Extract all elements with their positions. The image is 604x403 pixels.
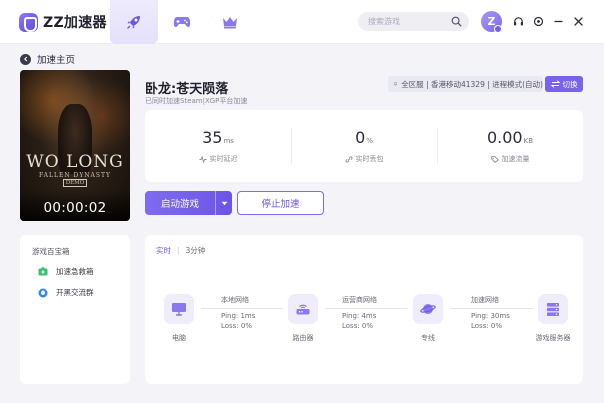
settings-icon bbox=[533, 16, 544, 27]
node-game-server bbox=[538, 294, 568, 324]
game-cover: WO LONG FALLEN DYNASTY DEMO 00:00:02 bbox=[20, 70, 130, 221]
start-game-label[interactable]: 启动游戏 bbox=[145, 191, 215, 215]
headset-icon bbox=[514, 17, 523, 26]
loss-stat: 0% 实时丢包 bbox=[291, 110, 437, 182]
tab-games[interactable] bbox=[158, 0, 206, 44]
toolbox-title: 游戏百宝箱 bbox=[32, 247, 70, 256]
link-local-title: 本地网络 bbox=[221, 296, 249, 304]
loss-unit: % bbox=[366, 137, 373, 145]
traffic-stat: 0.00KB 加速流量 bbox=[437, 110, 583, 182]
link-accel-line bbox=[450, 308, 533, 309]
router-icon bbox=[296, 304, 310, 315]
back-label: 加速主页 bbox=[37, 55, 76, 66]
link-accel-loss: Loss: 0% bbox=[471, 322, 503, 330]
loss-value: 0 bbox=[355, 128, 366, 147]
node-computer-label: 电脑 bbox=[172, 334, 186, 342]
search-icon[interactable] bbox=[451, 16, 462, 27]
first-aid-label: 加速急救箱 bbox=[56, 267, 94, 276]
vip-badge-icon bbox=[494, 25, 502, 33]
link-accel-title: 加速网络 bbox=[471, 296, 499, 304]
server-info-text: 全区服 | 香港移动41329 | 进程模式(自动) bbox=[401, 79, 543, 89]
network-tabs: 实时 | 3分钟 bbox=[156, 245, 206, 256]
close-icon bbox=[574, 17, 583, 26]
minimize-button[interactable] bbox=[552, 15, 565, 28]
link-icon bbox=[345, 155, 353, 163]
game-subtitle: 已同时加速Steam|XGP平台加速 bbox=[145, 97, 248, 105]
stats-panel: 35ms 实时延迟 0% 实时丢包 0.00KB 加速流量 bbox=[145, 110, 583, 182]
server-info-tag: 全区服 | 香港移动41329 | 进程模式(自动) bbox=[388, 76, 543, 92]
settings-button[interactable] bbox=[532, 15, 545, 28]
link-carrier-line bbox=[325, 308, 408, 309]
cover-title: WO LONG bbox=[26, 152, 124, 172]
link-accel-ping: Ping: 30ms bbox=[471, 312, 510, 320]
game-toolbox: 游戏百宝箱 加速急救箱 开黑交流群 bbox=[20, 235, 130, 384]
switch-label: 切换 bbox=[562, 79, 578, 89]
chat-group-item[interactable]: 开黑交流群 bbox=[38, 287, 94, 298]
chat-group-icon bbox=[38, 288, 48, 297]
node-computer bbox=[164, 294, 194, 324]
back-to-home-link[interactable]: 加速主页 bbox=[20, 52, 75, 66]
node-game-server-label: 游戏服务器 bbox=[535, 334, 571, 342]
link-carrier-title: 运营商网络 bbox=[342, 296, 377, 304]
app-logo: ZZ加速器 bbox=[19, 12, 107, 32]
first-aid-icon bbox=[38, 267, 48, 276]
tab-accelerate[interactable] bbox=[110, 0, 158, 44]
start-game-button[interactable]: 启动游戏 bbox=[145, 191, 232, 215]
caret-down-icon bbox=[221, 201, 227, 205]
link-local-line bbox=[201, 308, 283, 309]
node-router-label: 路由器 bbox=[292, 334, 314, 342]
latency-label: 实时延迟 bbox=[209, 155, 238, 163]
cover-subtitle: FALLEN DYNASTY bbox=[39, 172, 111, 179]
close-button[interactable] bbox=[572, 15, 585, 28]
stop-acceleration-button[interactable]: 停止加速 bbox=[237, 191, 324, 215]
link-local-ping: Ping: 1ms bbox=[221, 312, 256, 320]
tab-three-minutes[interactable]: 3分钟 bbox=[186, 245, 206, 256]
computer-icon bbox=[172, 303, 186, 316]
network-panel: 实时 | 3分钟 电脑 路由器 专线 游戏服务器 本地网络 Ping: 1ms … bbox=[145, 235, 583, 384]
link-local-loss: Loss: 0% bbox=[221, 322, 253, 330]
tab-realtime[interactable]: 实时 bbox=[156, 245, 171, 256]
link-carrier-loss: Loss: 0% bbox=[342, 322, 374, 330]
node-dedicated-line-label: 专线 bbox=[421, 334, 435, 342]
headset-support-button[interactable] bbox=[512, 15, 525, 28]
latency-unit: ms bbox=[223, 137, 234, 145]
start-options-dropdown[interactable] bbox=[216, 191, 232, 215]
crown-icon bbox=[223, 17, 237, 29]
link-carrier-ping: Ping: 4ms bbox=[342, 312, 377, 320]
back-arrow-icon bbox=[20, 53, 31, 65]
traffic-value: 0.00 bbox=[486, 128, 523, 147]
cover-demo-badge: DEMO bbox=[63, 179, 87, 187]
server-icon bbox=[547, 302, 559, 316]
node-dedicated-line bbox=[413, 294, 443, 324]
rocket-icon bbox=[127, 16, 140, 29]
pulse-icon bbox=[199, 155, 206, 163]
tag-icon bbox=[490, 155, 499, 163]
chat-group-label: 开黑交流群 bbox=[56, 288, 94, 297]
tab-vip[interactable] bbox=[206, 0, 254, 44]
acceleration-timer: 00:00:02 bbox=[43, 200, 107, 216]
node-router bbox=[288, 294, 318, 324]
traffic-label: 加速流量 bbox=[501, 155, 530, 163]
title-bar: ZZ加速器 Z bbox=[0, 0, 604, 44]
search-box[interactable] bbox=[358, 12, 469, 31]
logo-icon bbox=[19, 12, 38, 32]
game-title: 卧龙:苍天陨落 bbox=[145, 82, 229, 97]
app-name: ZZ加速器 bbox=[43, 15, 107, 31]
swap-icon bbox=[550, 80, 560, 88]
minimize-icon bbox=[554, 20, 563, 23]
latency-value: 35 bbox=[202, 128, 223, 147]
gamepad-icon bbox=[173, 17, 191, 27]
traffic-unit: KB bbox=[523, 137, 534, 145]
search-input[interactable] bbox=[368, 15, 448, 28]
planet-icon bbox=[420, 304, 436, 314]
loss-label: 实时丢包 bbox=[355, 155, 384, 163]
switch-server-button[interactable]: 切换 bbox=[545, 76, 583, 92]
monitor-icon bbox=[394, 82, 398, 86]
first-aid-item[interactable]: 加速急救箱 bbox=[38, 266, 94, 277]
latency-stat: 35ms 实时延迟 bbox=[145, 110, 291, 182]
